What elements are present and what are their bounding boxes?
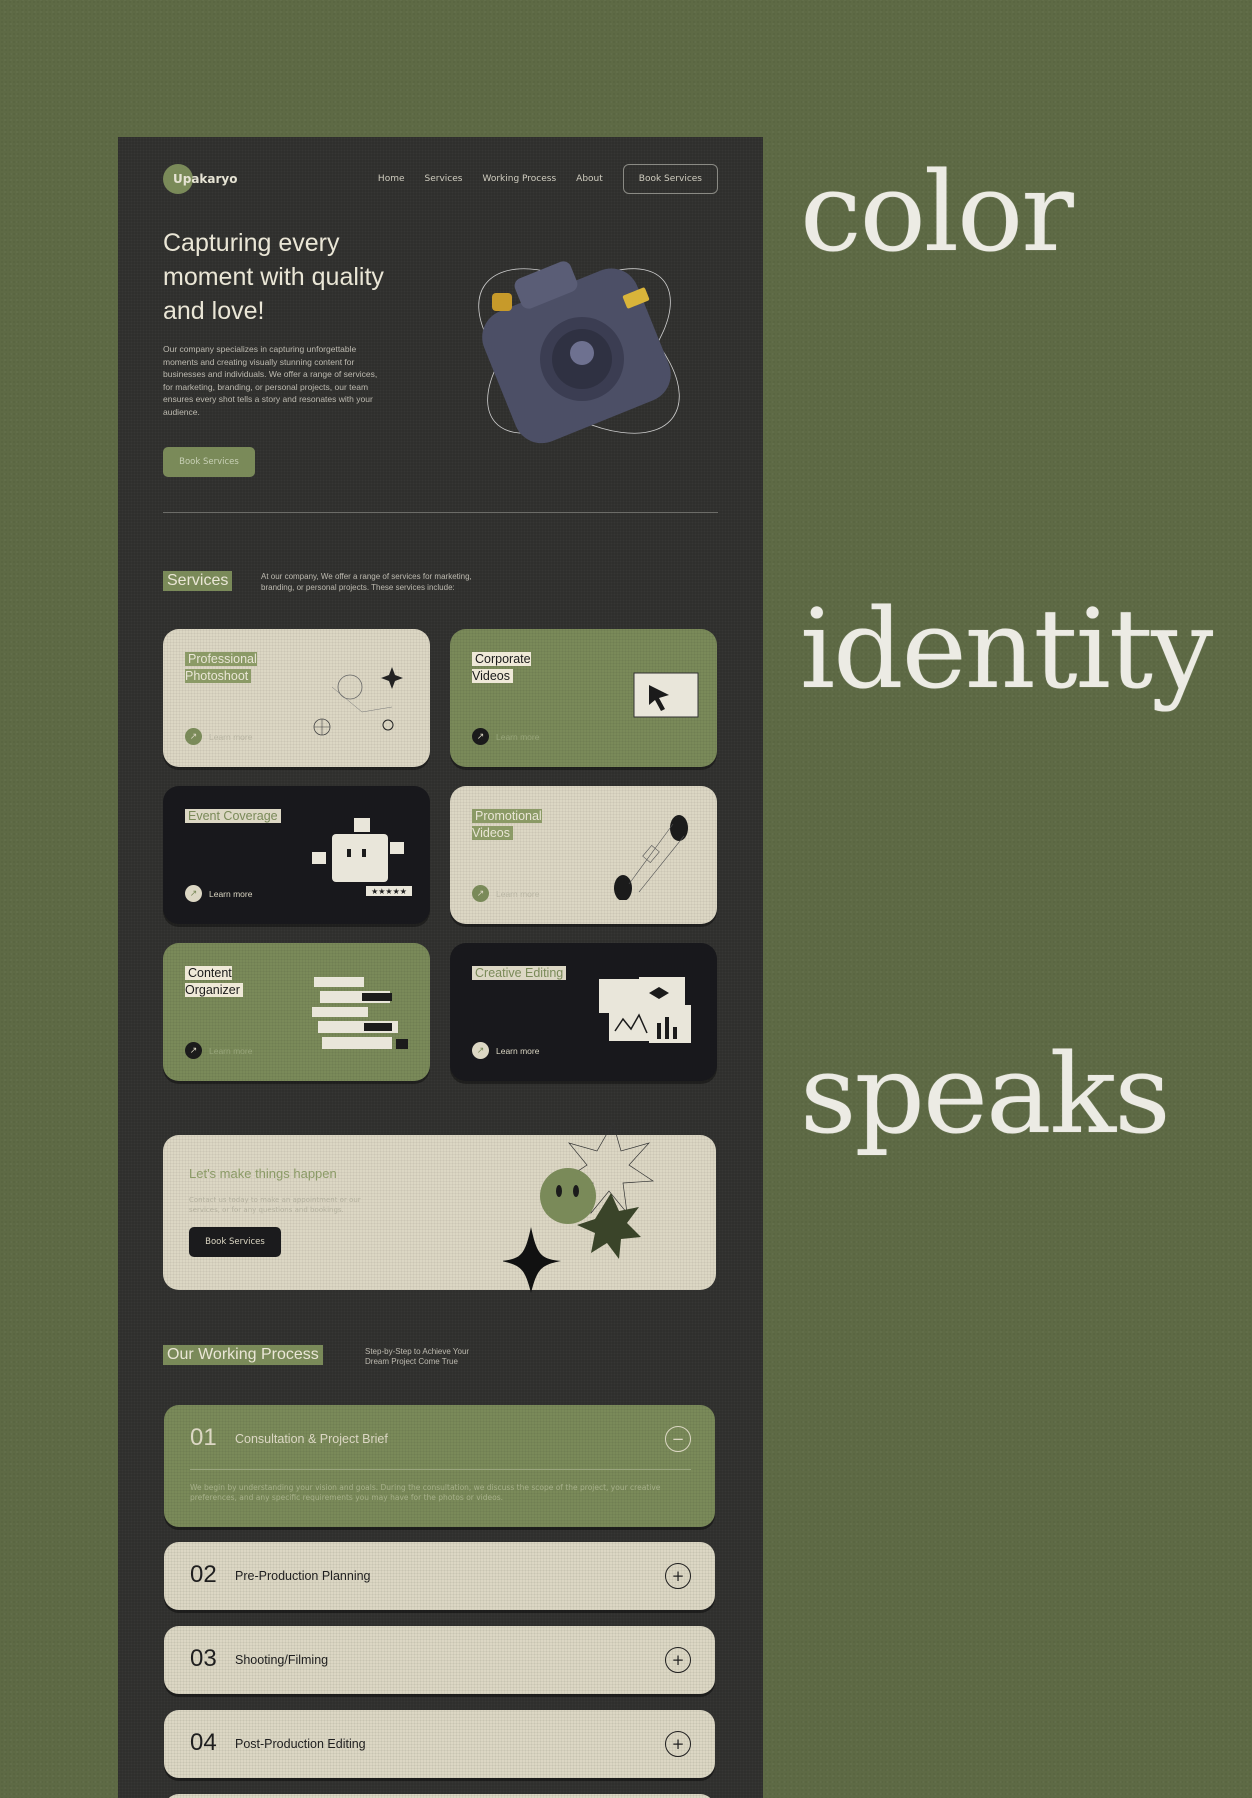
card-title: Promotional Videos — [472, 809, 542, 840]
arrow-icon: ↗ — [472, 728, 489, 745]
portal-icon — [614, 815, 688, 900]
learn-more-link[interactable]: ↗ Learn more — [472, 728, 539, 745]
service-card-creative-editing[interactable]: Creative Editing ↗ Learn more — [450, 943, 717, 1081]
nav-link-about[interactable]: About — [576, 174, 603, 184]
card-title: Event Coverage — [185, 809, 281, 823]
learn-more-link[interactable]: ↗ Learn more — [185, 885, 252, 902]
step-body: We begin by understanding your vision an… — [190, 1483, 661, 1502]
headline-word-identity: identity — [800, 585, 1213, 713]
cta-banner: Let's make things happen Contact us toda… — [163, 1123, 716, 1293]
process-description: Step-by-Step to Achieve Your Dream Proje… — [365, 1347, 470, 1366]
process-step-04[interactable]: 04 Post-Production Editing + — [164, 1710, 715, 1778]
stack-list-icon — [312, 977, 408, 1049]
step-number: 03 — [190, 1645, 217, 1672]
step-number: 01 — [190, 1424, 217, 1451]
learn-more-link[interactable]: ↗ Learn more — [472, 1042, 539, 1059]
learn-more-link[interactable]: ↗ Learn more — [185, 728, 252, 745]
process-step-01[interactable]: 01 Consultation & Project Brief − We beg… — [164, 1405, 715, 1527]
arrow-icon: ↗ — [185, 728, 202, 745]
step-title: Post-Production Editing — [235, 1737, 366, 1751]
step-number: 04 — [190, 1729, 217, 1756]
process-step-02[interactable]: 02 Pre-Production Planning + — [164, 1542, 715, 1610]
step-number: 02 — [190, 1561, 217, 1588]
expand-icon[interactable]: + — [665, 1647, 691, 1673]
hero-divider — [163, 512, 718, 513]
cta-text: Contact us today to make an appointment … — [189, 1196, 361, 1214]
service-card-event-coverage[interactable]: Event Coverage ↗ Learn more ★★★★★ — [163, 786, 430, 924]
nav-link-home[interactable]: Home — [378, 174, 405, 184]
card-title: Corporate Videos — [472, 652, 531, 683]
hero-title: Capturing every moment with quality and … — [163, 229, 384, 325]
headline-word-color: color — [800, 148, 1074, 276]
services-description: At our company, We offer a range of serv… — [261, 572, 472, 592]
step-title: Pre-Production Planning — [235, 1569, 371, 1583]
process-step-05-partial[interactable] — [164, 1794, 715, 1798]
step-title: Consultation & Project Brief — [235, 1432, 388, 1446]
arrow-icon: ↗ — [472, 1042, 489, 1059]
learn-more-link[interactable]: ↗ Learn more — [472, 885, 539, 902]
cursor-window-icon — [633, 672, 699, 718]
logo-text: Upakaryo — [173, 172, 238, 186]
rating-face-icon: ★★★★★ — [312, 818, 412, 896]
service-card-content-organizer[interactable]: Content Organizer ↗ Learn more — [163, 943, 430, 1081]
services-tag: Services — [163, 571, 233, 591]
expand-icon[interactable]: + — [665, 1731, 691, 1757]
step-title: Shooting/Filming — [235, 1653, 329, 1667]
nav-book-button[interactable]: Book Services — [622, 164, 718, 194]
learn-more-link[interactable]: ↗ Learn more — [185, 1042, 252, 1059]
arrow-icon: ↗ — [185, 1042, 202, 1059]
hero-book-button[interactable]: Book Services — [163, 447, 255, 477]
service-card-professional-photoshoot[interactable]: Professional Photoshoot ↗ Learn more — [163, 629, 430, 767]
website-mockup: Upakaryo Home Services Working Process A… — [118, 137, 763, 1798]
expand-icon[interactable]: + — [665, 1563, 691, 1589]
navbar: Upakaryo Home Services Working Process A… — [163, 163, 718, 195]
hero-description: Our company specializes in capturing unf… — [163, 344, 378, 417]
cta-title: Let's make things happen — [189, 1166, 337, 1181]
logo[interactable]: Upakaryo — [163, 164, 238, 194]
charts-windows-icon — [599, 977, 691, 1043]
process-step-03[interactable]: 03 Shooting/Filming + — [164, 1626, 715, 1694]
camera-illustration-icon — [478, 261, 680, 444]
collapse-icon[interactable]: − — [665, 1426, 691, 1452]
service-card-promotional-videos[interactable]: Promotional Videos ↗ Learn more — [450, 786, 717, 924]
card-title: Content Organizer — [185, 966, 243, 997]
shapes-illustration-icon — [503, 1123, 655, 1293]
step-divider — [190, 1469, 691, 1470]
card-title: Creative Editing — [472, 966, 567, 980]
nav-link-services[interactable]: Services — [425, 174, 463, 184]
globe-sparkle-icon — [313, 667, 403, 736]
cta-book-button[interactable]: Book Services — [189, 1227, 281, 1257]
arrow-icon: ↗ — [472, 885, 489, 902]
headline-word-speaks: speaks — [800, 1030, 1171, 1158]
process-tag: Our Working Process — [163, 1345, 323, 1365]
svg-text:★★★★★: ★★★★★ — [371, 887, 407, 896]
card-title: Professional Photoshoot — [185, 652, 257, 683]
nav-link-working-process[interactable]: Working Process — [482, 174, 556, 184]
service-card-corporate-videos[interactable]: Corporate Videos ↗ Learn more — [450, 629, 717, 767]
arrow-icon: ↗ — [185, 885, 202, 902]
